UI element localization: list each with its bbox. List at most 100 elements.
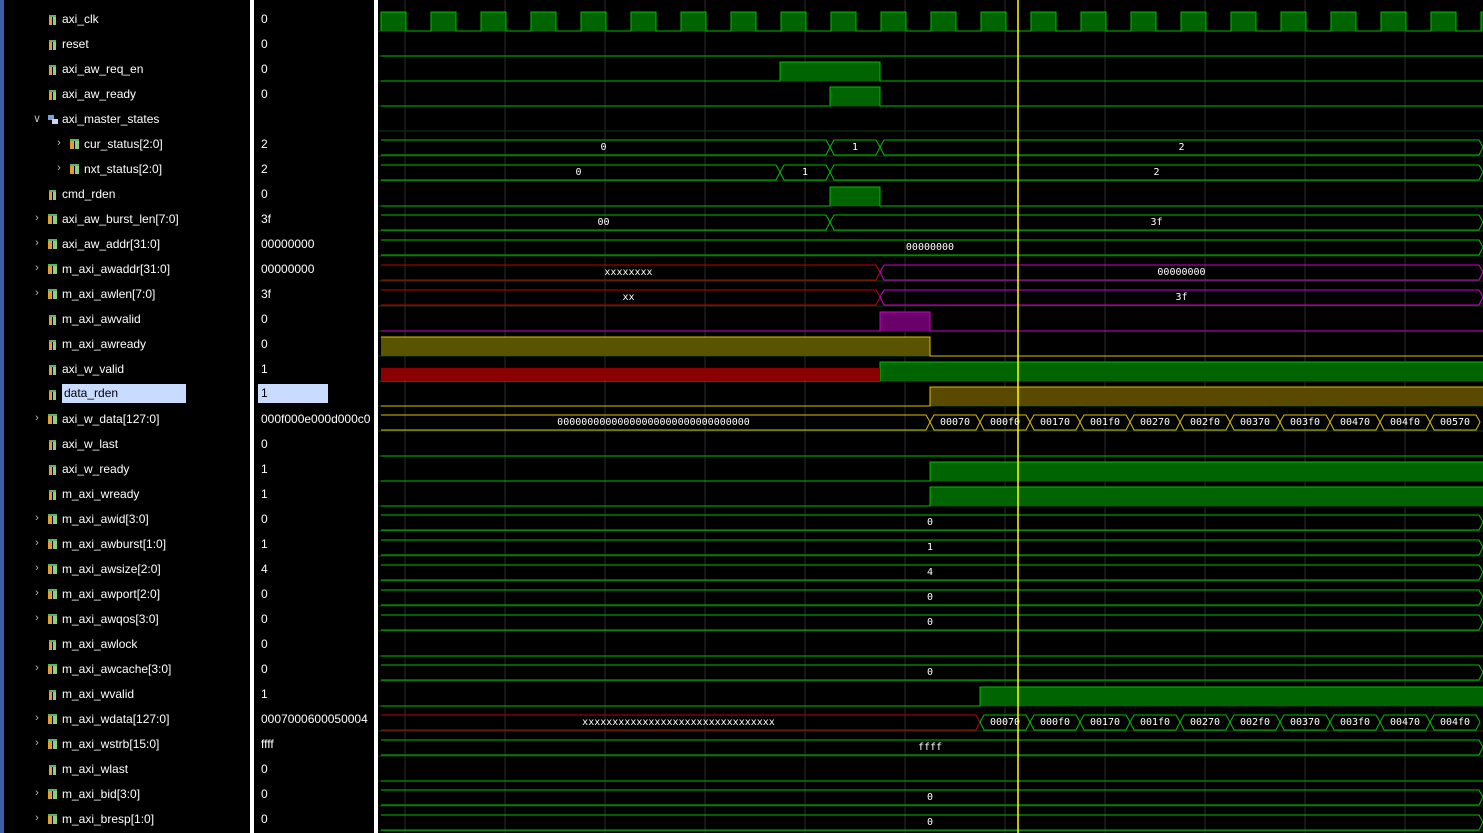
signal-name[interactable]: cmd_rden bbox=[62, 187, 115, 201]
signal-row-axi-aw-ready[interactable]: axi_aw_ready bbox=[0, 82, 250, 107]
signal-row-m-axi-wready[interactable]: m_axi_wready bbox=[0, 482, 250, 507]
expand-chevron-icon[interactable]: › bbox=[32, 587, 42, 599]
expand-chevron-icon[interactable]: › bbox=[32, 287, 42, 299]
clock-high-fill bbox=[481, 12, 506, 31]
expand-chevron-icon[interactable]: › bbox=[32, 737, 42, 749]
expand-chevron-icon[interactable]: › bbox=[32, 212, 42, 224]
signal-name[interactable]: m_axi_awburst[1:0] bbox=[62, 537, 166, 551]
signal-row-axi-w-data[interactable]: › axi_w_data[127:0] bbox=[0, 407, 250, 432]
high-level-fill bbox=[930, 487, 1483, 506]
expand-chevron-icon[interactable]: › bbox=[32, 662, 42, 674]
expand-chevron-icon[interactable]: › bbox=[32, 787, 42, 799]
signal-name[interactable]: m_axi_wstrb[15:0] bbox=[62, 737, 159, 751]
signal-row-axi-aw-addr[interactable]: › axi_aw_addr[31:0] bbox=[0, 232, 250, 257]
bus-value-label: 000f0 bbox=[1040, 717, 1070, 728]
signal-name[interactable]: axi_w_valid bbox=[62, 362, 124, 376]
signal-name[interactable]: m_axi_bresp[1:0] bbox=[62, 812, 154, 826]
signal-row-m-axi-awaddr[interactable]: › m_axi_awaddr[31:0] bbox=[0, 257, 250, 282]
bus-signal-icon bbox=[48, 414, 58, 425]
signal-row-axi-w-last[interactable]: axi_w_last bbox=[0, 432, 250, 457]
signal-row-m-axi-awsize[interactable]: › m_axi_awsize[2:0] bbox=[0, 557, 250, 582]
clock-high-fill bbox=[1131, 12, 1156, 31]
signal-name[interactable]: m_axi_awready bbox=[62, 337, 146, 351]
expand-chevron-icon[interactable]: › bbox=[32, 712, 42, 724]
collapse-chevron-icon[interactable]: ∨ bbox=[32, 112, 42, 125]
clock-high-fill bbox=[581, 12, 606, 31]
signal-name[interactable]: m_axi_awlen[7:0] bbox=[62, 287, 155, 301]
signal-name[interactable]: m_axi_wlast bbox=[62, 762, 128, 776]
signal-name[interactable]: axi_master_states bbox=[62, 112, 159, 126]
signal-row-axi-w-valid[interactable]: axi_w_valid bbox=[0, 357, 250, 382]
signal-row-axi-w-ready[interactable]: axi_w_ready bbox=[0, 457, 250, 482]
signal-name[interactable]: cur_status[2:0] bbox=[84, 137, 163, 151]
signal-row-axi-clk[interactable]: axi_clk bbox=[0, 7, 250, 32]
signal-name[interactable]: m_axi_awlock bbox=[62, 637, 137, 651]
clock-high-fill bbox=[1331, 12, 1356, 31]
signal-name[interactable]: axi_aw_addr[31:0] bbox=[62, 237, 160, 251]
signal-row-m-axi-awcache[interactable]: › m_axi_awcache[3:0] bbox=[0, 657, 250, 682]
expand-chevron-icon[interactable]: › bbox=[32, 537, 42, 549]
signal-row-cmd-rden[interactable]: cmd_rden bbox=[0, 182, 250, 207]
expand-chevron-icon[interactable]: › bbox=[32, 612, 42, 624]
expand-chevron-icon[interactable]: › bbox=[32, 412, 42, 424]
signal-value-cell: ffff bbox=[254, 732, 374, 757]
signal-row-axi-master-states[interactable]: ∨ axi_master_states bbox=[0, 107, 250, 132]
expand-chevron-icon[interactable]: › bbox=[32, 812, 42, 824]
signal-name[interactable]: m_axi_awid[3:0] bbox=[62, 512, 149, 526]
signal-row-axi-aw-burst-len[interactable]: › axi_aw_burst_len[7:0] bbox=[0, 207, 250, 232]
signal-row-m-axi-awready[interactable]: m_axi_awready bbox=[0, 332, 250, 357]
signal-row-m-axi-wvalid[interactable]: m_axi_wvalid bbox=[0, 682, 250, 707]
signal-name[interactable]: m_axi_wdata[127:0] bbox=[62, 712, 169, 726]
signal-name[interactable]: axi_aw_burst_len[7:0] bbox=[62, 212, 179, 226]
signal-row-m-axi-awqos[interactable]: › m_axi_awqos[3:0] bbox=[0, 607, 250, 632]
bus-signal-icon bbox=[48, 239, 58, 250]
bit-waveform bbox=[381, 86, 1483, 107]
signal-row-data-rden[interactable]: data_rden bbox=[0, 382, 250, 407]
expand-chevron-icon[interactable]: › bbox=[32, 237, 42, 249]
signal-row-m-axi-awid[interactable]: › m_axi_awid[3:0] bbox=[0, 507, 250, 532]
bus-value-label: 00170 bbox=[1090, 717, 1120, 728]
waveform-panel[interactable]: 0 1 20 1 200 3f00000000xxxxxxxx 00000000xx 3f00… bbox=[378, 0, 1483, 833]
signal-row-m-axi-wstrb[interactable]: › m_axi_wstrb[15:0] bbox=[0, 732, 250, 757]
signal-name[interactable]: data_rden bbox=[62, 384, 187, 403]
signal-name[interactable]: reset bbox=[62, 37, 89, 51]
signal-row-m-axi-bid[interactable]: › m_axi_bid[3:0] bbox=[0, 782, 250, 807]
expand-chevron-icon[interactable]: › bbox=[32, 512, 42, 524]
bus-value-label: 0 bbox=[927, 792, 933, 803]
signal-value: 1 bbox=[261, 487, 268, 501]
signal-row-reset[interactable]: reset bbox=[0, 32, 250, 57]
signal-name[interactable]: m_axi_awqos[3:0] bbox=[62, 612, 159, 626]
signal-value-cell: 0 bbox=[254, 582, 374, 607]
signal-name[interactable]: axi_aw_req_en bbox=[62, 62, 143, 76]
signal-row-axi-aw-req-en[interactable]: axi_aw_req_en bbox=[0, 57, 250, 82]
expand-chevron-icon[interactable]: › bbox=[32, 262, 42, 274]
signal-row-m-axi-awport[interactable]: › m_axi_awport[2:0] bbox=[0, 582, 250, 607]
signal-name[interactable]: m_axi_awport[2:0] bbox=[62, 587, 160, 601]
signal-name[interactable]: axi_w_last bbox=[62, 437, 118, 451]
signal-row-m-axi-awlock[interactable]: m_axi_awlock bbox=[0, 632, 250, 657]
signal-row-m-axi-bresp[interactable]: › m_axi_bresp[1:0] bbox=[0, 807, 250, 832]
bit-waveform bbox=[381, 186, 1483, 207]
expand-chevron-icon[interactable]: › bbox=[54, 162, 64, 174]
signal-name[interactable]: axi_w_data[127:0] bbox=[62, 412, 159, 426]
signal-name[interactable]: axi_w_ready bbox=[62, 462, 129, 476]
signal-row-m-axi-awburst[interactable]: › m_axi_awburst[1:0] bbox=[0, 532, 250, 557]
signal-name[interactable]: m_axi_wvalid bbox=[62, 687, 134, 701]
signal-name[interactable]: m_axi_awcache[3:0] bbox=[62, 662, 171, 676]
signal-row-m-axi-wdata[interactable]: › m_axi_wdata[127:0] bbox=[0, 707, 250, 732]
expand-chevron-icon[interactable]: › bbox=[54, 137, 64, 149]
signal-name[interactable]: m_axi_wready bbox=[62, 487, 139, 501]
signal-name[interactable]: m_axi_awsize[2:0] bbox=[62, 562, 161, 576]
signal-row-m-axi-wlast[interactable]: m_axi_wlast bbox=[0, 757, 250, 782]
expand-chevron-icon[interactable]: › bbox=[32, 562, 42, 574]
signal-row-m-axi-awlen[interactable]: › m_axi_awlen[7:0] bbox=[0, 282, 250, 307]
signal-row-m-axi-awvalid[interactable]: m_axi_awvalid bbox=[0, 307, 250, 332]
signal-row-cur-status[interactable]: › cur_status[2:0] bbox=[0, 132, 250, 157]
signal-name[interactable]: nxt_status[2:0] bbox=[84, 162, 162, 176]
signal-name[interactable]: axi_clk bbox=[62, 12, 99, 26]
signal-name[interactable]: m_axi_awaddr[31:0] bbox=[62, 262, 170, 276]
signal-row-nxt-status[interactable]: › nxt_status[2:0] bbox=[0, 157, 250, 182]
signal-name[interactable]: axi_aw_ready bbox=[62, 87, 136, 101]
signal-name[interactable]: m_axi_bid[3:0] bbox=[62, 787, 140, 801]
signal-name[interactable]: m_axi_awvalid bbox=[62, 312, 141, 326]
